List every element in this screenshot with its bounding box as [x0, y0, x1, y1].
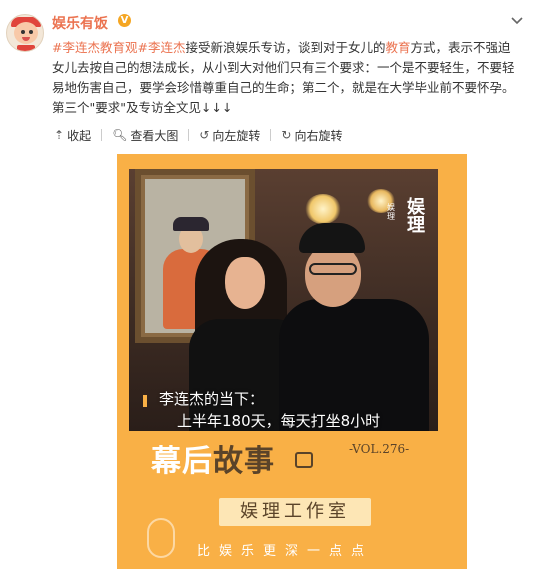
avatar-eye: [21, 30, 25, 34]
rotate-left-icon: ↺: [199, 128, 210, 142]
avatar-collar: [17, 45, 35, 51]
collapse-label: 收起: [67, 128, 92, 143]
divider: [101, 129, 103, 141]
view-large-label: 查看大图: [130, 128, 179, 143]
chevron-down-icon[interactable]: [510, 14, 524, 28]
story-title-light: 幕后: [151, 444, 213, 479]
studio-name: 娱理工作室: [219, 498, 371, 526]
microphone-icon: [147, 518, 175, 558]
avatar-eye: [29, 30, 33, 34]
rotate-right-button[interactable]: ↻ 向右旋转: [281, 127, 342, 144]
caption-marker: [143, 395, 147, 407]
rotate-left-button[interactable]: ↺ 向左旋转: [199, 127, 260, 144]
collapse-button[interactable]: ⇡ 收起: [54, 127, 91, 144]
divider: [188, 129, 190, 141]
chat-bubble-icon: [295, 452, 313, 468]
magnifier-icon: 🔍︎: [112, 128, 128, 142]
slogan: 比娱乐更深一点点: [197, 544, 374, 559]
caption-line-1: 李连杰的当下：: [159, 390, 265, 408]
brand-small-text: 娱理: [387, 203, 395, 221]
story-title: 幕后故事: [151, 436, 275, 480]
story-title-dark: 故事: [213, 444, 275, 479]
username[interactable]: 娱乐有饭: [52, 13, 108, 33]
view-large-button[interactable]: 🔍︎ 查看大图: [112, 127, 178, 144]
mention-link[interactable]: 李连杰: [148, 40, 186, 55]
image-toolbar: ⇡ 收起 🔍︎ 查看大图 ↺ 向左旋转 ↻ 向右旋转: [54, 124, 466, 146]
rotate-right-label: 向右旋转: [294, 128, 343, 143]
brand-logo: 娱理: [407, 197, 425, 236]
divider: [270, 129, 272, 141]
post-text-segment: 接受新浪娱乐专访，谈到对于女儿的: [185, 40, 386, 55]
rotate-right-icon: ↻: [281, 128, 292, 142]
verified-badge-icon: V: [118, 14, 131, 27]
person-right-glasses: [309, 263, 357, 275]
post-text: #李连杰教育观#李连杰接受新浪娱乐专访，谈到对于女儿的教育方式，表示不强迫女儿去…: [52, 38, 520, 118]
lamp-glow: [305, 194, 341, 224]
photo: 娱理 娱理 李连杰的当下： 上半年180天，每天打坐8小时: [129, 169, 438, 431]
person-left-face: [225, 257, 265, 309]
hashtag-link[interactable]: #李连杰教育观#: [52, 40, 148, 55]
caption-line-2: 上半年180天，每天打坐8小时: [177, 412, 381, 430]
person-right-face: [305, 245, 361, 307]
volume-number: -VOL.276-: [349, 442, 410, 456]
person-right-cap: [299, 223, 365, 253]
avatar[interactable]: [6, 14, 44, 52]
arrow-up-icon: ⇡: [54, 128, 65, 142]
post-image[interactable]: 娱理 娱理 李连杰的当下： 上半年180天，每天打坐8小时 幕后故事 -VOL.…: [117, 154, 467, 569]
rotate-left-label: 向左旋转: [212, 128, 261, 143]
painting-figure-hat: [173, 217, 209, 231]
keyword-link[interactable]: 教育: [385, 40, 410, 55]
